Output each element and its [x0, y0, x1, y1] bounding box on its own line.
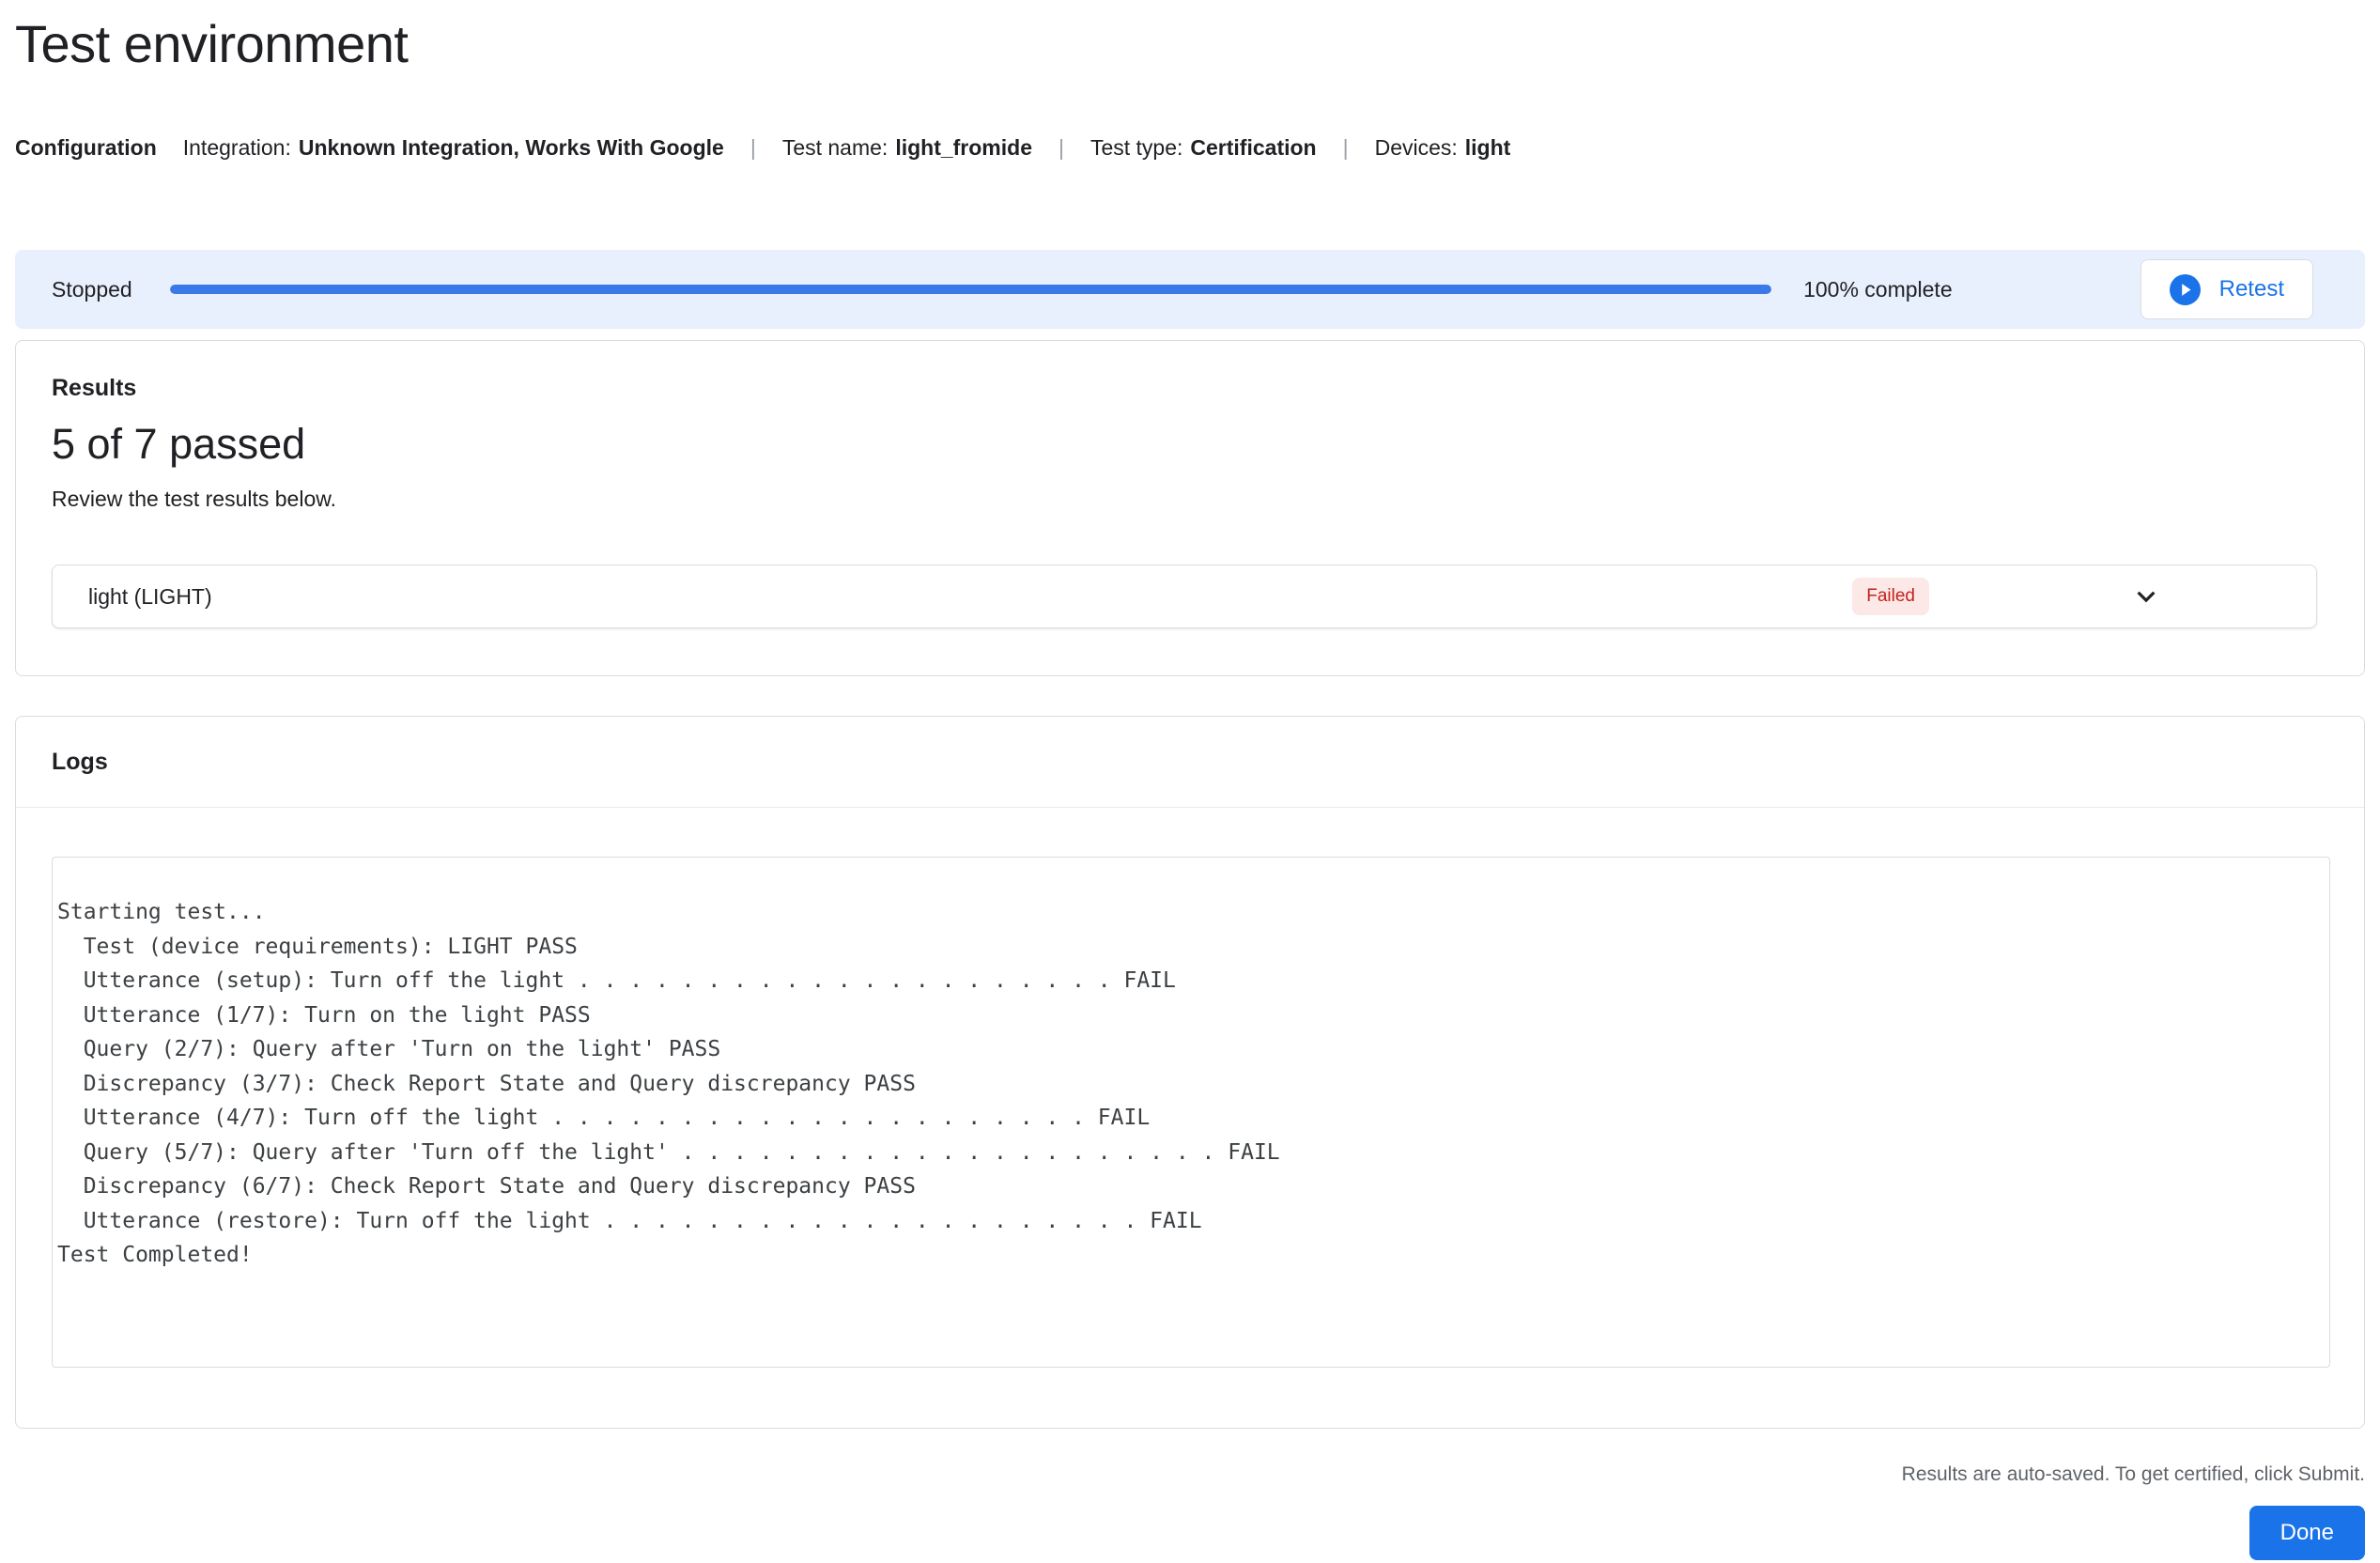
- results-heading: Results: [52, 375, 137, 401]
- config-item-devices: Devices: light: [1375, 133, 1511, 162]
- status-banner: Stopped 100% complete Retest: [15, 250, 2365, 329]
- test-environment-page: Test environment Configuration Integrati…: [0, 0, 2380, 1563]
- progress-percent-label: 100% complete: [1803, 276, 1953, 302]
- config-item-integration: Integration: Unknown Integration, Works …: [183, 133, 724, 162]
- test-name-value: light_fromide: [895, 135, 1032, 160]
- progress-status: Stopped: [52, 276, 132, 302]
- progress-bar: [169, 285, 1772, 294]
- config-separator: |: [1342, 135, 1349, 160]
- config-separator: |: [750, 135, 756, 160]
- config-item-test-type: Test type: Certification: [1090, 133, 1317, 162]
- integration-label: Integration:: [182, 135, 291, 160]
- logs-card: Logs Starting test... Test (device requi…: [15, 716, 2365, 1429]
- progress-bar-fill: [169, 285, 1772, 294]
- results-card: Results 5 of 7 passed Review the test re…: [15, 340, 2365, 676]
- results-summary: 5 of 7 passed: [52, 420, 306, 468]
- status-badge: Failed: [1852, 578, 1929, 615]
- chevron-down-icon: [2137, 591, 2156, 603]
- result-row[interactable]: light (LIGHT) Failed: [52, 565, 2317, 628]
- test-type-value: Certification: [1190, 135, 1317, 160]
- page-title: Test environment: [15, 14, 409, 73]
- log-output: Starting test... Test (device requiremen…: [57, 900, 1280, 1267]
- results-description: Review the test results below.: [52, 487, 336, 511]
- config-separator: |: [1058, 135, 1064, 160]
- devices-label: Devices:: [1374, 135, 1458, 160]
- autosave-note: Results are auto-saved. To get certified…: [1901, 1463, 2365, 1485]
- play-icon: [2169, 273, 2201, 305]
- retest-label: Retest: [2218, 276, 2284, 302]
- devices-value: light: [1464, 135, 1511, 160]
- log-box: Starting test... Test (device requiremen…: [52, 857, 2330, 1368]
- test-name-label: Test name:: [781, 135, 889, 160]
- expand-toggle[interactable]: [2128, 579, 2164, 614]
- logs-body: Starting test... Test (device requiremen…: [16, 808, 2364, 1428]
- configuration-label: Configuration: [15, 135, 157, 160]
- configuration-bar: Configuration Integration: Unknown Integ…: [15, 133, 2365, 162]
- test-type-label: Test type:: [1090, 135, 1183, 160]
- logs-header: Logs: [16, 717, 2364, 808]
- config-item-test-name: Test name: light_fromide: [782, 133, 1032, 162]
- retest-button[interactable]: Retest: [2140, 259, 2313, 319]
- logs-heading: Logs: [52, 749, 108, 775]
- device-label: light (LIGHT): [88, 583, 212, 609]
- done-button[interactable]: Done: [2249, 1506, 2365, 1560]
- integration-value: Unknown Integration, Works With Google: [298, 135, 724, 160]
- footer: Results are auto-saved. To get certified…: [15, 1462, 2365, 1560]
